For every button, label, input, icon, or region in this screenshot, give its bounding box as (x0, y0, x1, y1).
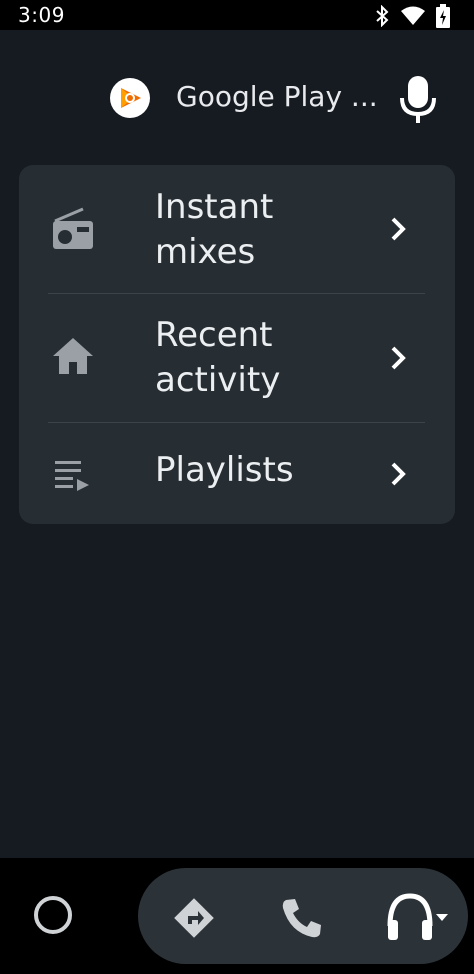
menu-item-label: Playlists (155, 450, 294, 490)
chevron-right-icon (387, 342, 411, 378)
bluetooth-icon (374, 4, 390, 31)
microphone-button[interactable] (396, 70, 440, 126)
microphone-icon (396, 76, 440, 130)
headphones-icon (387, 893, 448, 940)
menu-item-playlists[interactable]: Playlists (19, 423, 455, 524)
battery-charging-icon (436, 4, 450, 32)
phone-button[interactable] (278, 894, 326, 946)
browse-menu-card: Instant mixes Recent activity Playlists (19, 165, 455, 524)
car-navigation-bar (0, 858, 474, 974)
directions-icon (174, 898, 214, 938)
navigation-button[interactable] (170, 894, 218, 946)
chevron-right-icon (387, 213, 411, 249)
status-bar: 3:09 (0, 0, 474, 30)
home-circle-button[interactable] (34, 896, 72, 934)
google-play-music-logo (110, 78, 150, 118)
playlist-icon (49, 457, 97, 497)
app-shortcuts-pill (138, 868, 468, 964)
app-title[interactable]: Google Play ... (176, 80, 378, 113)
menu-item-label: Recent activity (155, 315, 281, 400)
chevron-right-icon (387, 458, 411, 494)
wifi-icon (400, 6, 426, 30)
media-button[interactable] (386, 892, 452, 946)
status-time: 3:09 (18, 3, 65, 27)
radio-icon (49, 205, 97, 257)
home-icon (49, 334, 97, 382)
menu-item-label: Instant mixes (155, 187, 274, 272)
phone-icon (282, 899, 321, 938)
status-icons (374, 4, 450, 32)
menu-item-instant-mixes[interactable]: Instant mixes (19, 165, 455, 293)
menu-item-recent-activity[interactable]: Recent activity (19, 294, 455, 422)
